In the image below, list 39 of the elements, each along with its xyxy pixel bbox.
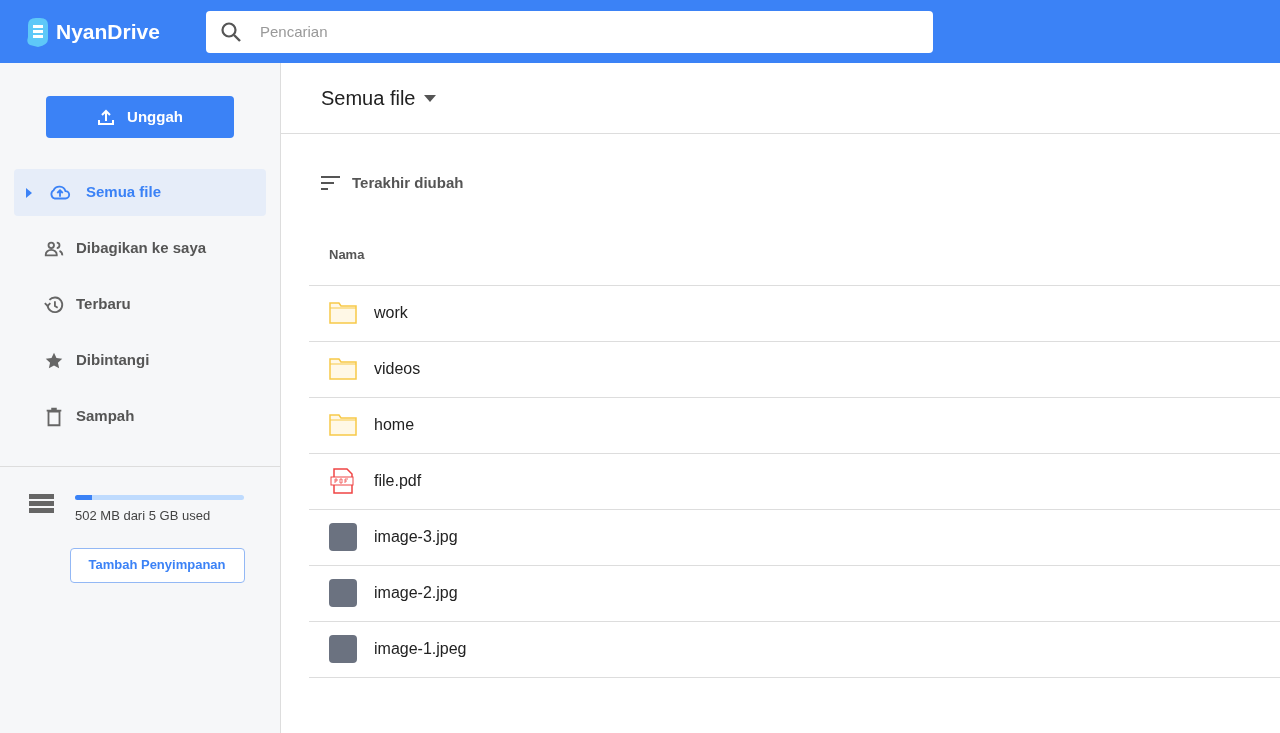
folder-icon — [329, 302, 357, 324]
file-row[interactable]: home — [309, 397, 1280, 454]
file-row[interactable]: videos — [309, 341, 1280, 398]
file-row[interactable]: image-1.jpeg — [309, 621, 1280, 678]
folder-icon — [329, 414, 357, 436]
file-row[interactable]: image-2.jpg — [309, 565, 1280, 622]
logo-text: NyanDrive — [56, 18, 160, 45]
pdf-file-icon — [330, 468, 356, 494]
file-name: work — [374, 303, 408, 323]
folder-dropdown[interactable]: Semua file — [321, 83, 436, 113]
folder-icon — [329, 358, 357, 380]
upload-icon — [97, 108, 116, 126]
storage-usage-text: 502 MB dari 5 GB used — [75, 507, 212, 525]
sort-button[interactable]: Terakhir diubah — [352, 172, 464, 195]
storage-icon — [29, 493, 55, 513]
sidebar-item[interactable]: Terbaru — [14, 281, 266, 328]
file-name: file.pdf — [374, 471, 422, 491]
add-storage-button[interactable]: Tambah Penyimpanan — [69, 547, 245, 583]
sidebar-item[interactable]: Sampah — [14, 393, 266, 440]
dropdown-caret-icon — [423, 94, 436, 102]
search-icon — [219, 19, 243, 44]
file-row[interactable]: file.pdf — [309, 453, 1280, 510]
sidebar-item[interactable]: Dibintangi — [14, 337, 266, 384]
file-name: image-1.jpeg — [374, 639, 467, 659]
file-row[interactable]: image-3.jpg — [309, 509, 1280, 566]
file-row[interactable]: work — [309, 285, 1280, 342]
photo-placeholder — [329, 635, 357, 663]
sidebar-item[interactable]: Dibagikan ke saya — [14, 225, 266, 272]
file-name: image-3.jpg — [374, 527, 458, 547]
sort-icon — [321, 176, 340, 191]
search-field[interactable]: Pencarian — [206, 10, 933, 53]
upload-button[interactable]: Unggah — [46, 96, 234, 138]
photo-placeholder — [329, 579, 357, 607]
file-name: videos — [374, 359, 421, 379]
photo-placeholder — [329, 523, 357, 551]
file-name: home — [374, 415, 415, 435]
caret-icon — [26, 187, 32, 198]
file-name: image-2.jpg — [374, 583, 458, 603]
column-header: Nama — [329, 245, 365, 264]
